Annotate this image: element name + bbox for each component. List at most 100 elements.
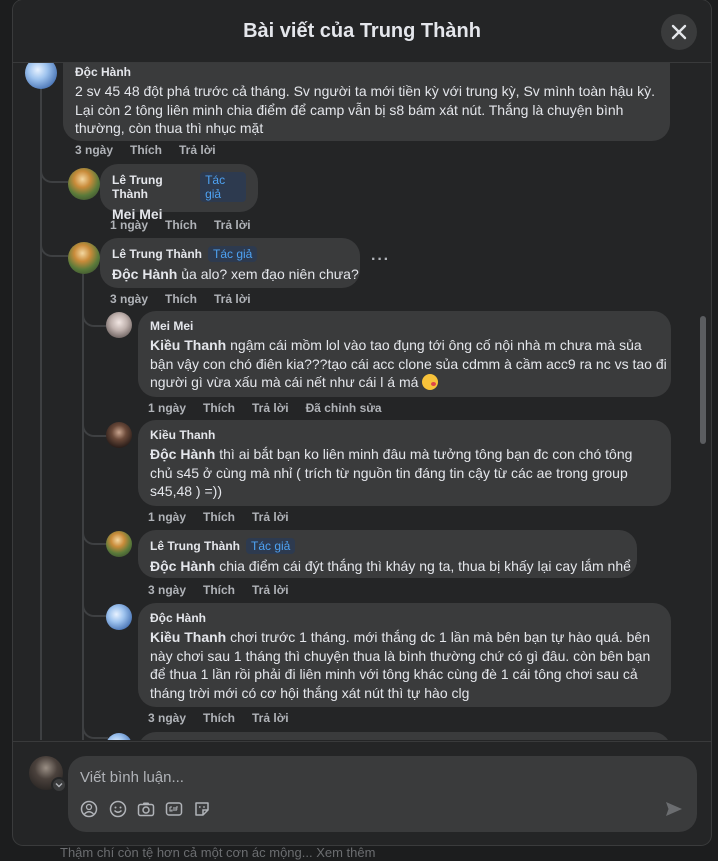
- comment-text: Kiều Thanh ngậm cái mồm lol vào tao đụng…: [150, 336, 667, 392]
- comment-bubble: Lê Trung Thành Tác giả Độc Hành ủa alo? …: [100, 238, 360, 288]
- comment-actions: 3 ngày Thích Trả lời: [148, 583, 289, 597]
- thread-line: [40, 89, 42, 740]
- comments-scroll-area[interactable]: Độc Hành 2 sv 45 48 đột phá trước cả thá…: [13, 63, 711, 740]
- comment-bubble: Mei Mei Kiều Thanh ngậm cái mồm lol vào …: [138, 311, 671, 397]
- comment-time[interactable]: 3 ngày: [110, 292, 148, 306]
- camera-icon[interactable]: [137, 800, 155, 818]
- comment-text-body: ủa alo? xem đạo niên chưa?: [177, 266, 359, 282]
- comment-time[interactable]: 3 ngày: [148, 583, 186, 597]
- comment-text-line: chơi trước 1 tháng. mới thắng dc 1 lần m…: [226, 629, 650, 645]
- like-button[interactable]: Thích: [165, 292, 197, 306]
- background-post-text: Thậm chí còn tệ hơn cả một cơn ác mộng..…: [60, 845, 376, 860]
- reply-button[interactable]: Trả lời: [179, 143, 216, 157]
- comment-text-line: thì ai bắt bạn ko liên minh đâu mà tưởng…: [215, 446, 633, 462]
- comment-text-line: tháng trời mới có cơ hội thắng xát nút t…: [150, 684, 470, 701]
- comment-text: Độc Hành ủa alo? xem đạo niên chưa?: [112, 265, 359, 284]
- comment-author[interactable]: Lê Trung Thành: [150, 539, 240, 553]
- thread-connector: [82, 523, 108, 545]
- reply-button[interactable]: Trả lời: [252, 583, 289, 597]
- comment-author[interactable]: Mei Mei: [150, 319, 193, 333]
- chevron-down-icon: [55, 783, 63, 788]
- comment-actions: 1 ngày Thích Trả lời: [110, 218, 251, 232]
- avatar[interactable]: [106, 604, 132, 630]
- comment-text-line: thường, còn thua thì nhục mặt: [75, 120, 264, 136]
- thread-connector: [40, 163, 68, 183]
- post-modal: Bài viết của Trung Thành Độc Hành 2 sv 4…: [13, 0, 711, 845]
- divider: [13, 741, 711, 742]
- mention-link[interactable]: Độc Hành: [150, 446, 215, 462]
- comment-text-line: Lại còn 2 tông liên minh chia điểm để ca…: [75, 101, 624, 118]
- avatar[interactable]: [106, 531, 132, 557]
- comment-author[interactable]: Độc Hành: [150, 611, 206, 625]
- avatar[interactable]: [106, 312, 132, 338]
- comment-input[interactable]: [78, 764, 642, 790]
- comment-time[interactable]: 1 ngày: [110, 218, 148, 232]
- comment-actions: 3 ngày Thích Trả lời: [148, 711, 289, 725]
- comment-author[interactable]: Độc Hành: [75, 65, 131, 79]
- comment-text: Độc Hành chia điểm cái đýt thắng thì khá…: [150, 557, 631, 576]
- comment-time[interactable]: 1 ngày: [148, 401, 186, 415]
- comment-text-line: người gì vừa xấu mà cái nết như cái l á …: [150, 374, 423, 390]
- like-button[interactable]: Thích: [203, 583, 235, 597]
- comment-bubble: Lê Trung Thành Tác giả Độc Hành chia điể…: [138, 530, 637, 578]
- mention-link[interactable]: Độc Hành: [150, 558, 215, 574]
- mention-link[interactable]: Kiều Thanh: [150, 629, 226, 645]
- like-button[interactable]: Thích: [203, 510, 235, 524]
- comment-text-line: s45,48 ) =)): [150, 483, 222, 499]
- kissing-face-emoji: [422, 374, 439, 390]
- like-button[interactable]: Thích: [203, 401, 235, 415]
- comment-bubble: [138, 732, 671, 740]
- comment-text: 2 sv 45 48 đột phá trước cả tháng. Sv ng…: [75, 82, 658, 138]
- comment-author[interactable]: Kiều Thanh: [150, 428, 215, 442]
- comment-time[interactable]: 3 ngày: [75, 143, 113, 157]
- thread-connector: [82, 303, 108, 327]
- comment-time[interactable]: 1 ngày: [148, 510, 186, 524]
- avatar[interactable]: [68, 242, 100, 274]
- comment-actions: 1 ngày Thích Trả lời: [148, 510, 289, 524]
- mention-link[interactable]: Kiều Thanh: [150, 337, 226, 353]
- author-badge: Tác giả: [246, 538, 296, 554]
- comment-actions: 3 ngày Thích Trả lời: [75, 143, 216, 157]
- gif-icon[interactable]: [165, 800, 183, 818]
- reply-button[interactable]: Trả lời: [252, 510, 289, 524]
- close-button[interactable]: [661, 14, 697, 50]
- comment-actions: 3 ngày Thích Trả lời: [110, 292, 251, 306]
- comment-bubble: Kiều Thanh Độc Hành thì ai bắt bạn ko li…: [138, 420, 671, 506]
- account-switch-button[interactable]: [51, 777, 67, 793]
- mention-link[interactable]: Độc Hành: [112, 266, 177, 282]
- avatar[interactable]: [106, 733, 132, 740]
- avatar[interactable]: [25, 63, 57, 89]
- comment-text: Kiều Thanh chơi trước 1 tháng. mới thắng…: [150, 628, 659, 702]
- comment-author[interactable]: Lê Trung Thành: [112, 173, 194, 201]
- comment-text-line: bận vậy con chó điên kia???tạo cái acc c…: [150, 355, 667, 372]
- avatar[interactable]: [68, 168, 100, 200]
- thread-connector: [82, 593, 108, 617]
- avatar-sticker-icon[interactable]: [80, 800, 98, 818]
- sticker-icon[interactable]: [193, 800, 211, 818]
- comment-text-line: chủ s45 ở cùng mà nhỉ ( trích từ nguồn t…: [150, 464, 628, 481]
- like-button[interactable]: Thích: [130, 143, 162, 157]
- send-icon[interactable]: [664, 799, 684, 819]
- author-badge: Tác giả: [200, 172, 246, 202]
- reply-button[interactable]: Trả lời: [252, 711, 289, 725]
- scrollbar[interactable]: [700, 316, 706, 444]
- emoji-icon[interactable]: [109, 800, 127, 818]
- comment-bubble: Độc Hành 2 sv 45 48 đột phá trước cả thá…: [63, 63, 670, 141]
- like-button[interactable]: Thích: [165, 218, 197, 232]
- close-icon: [671, 24, 687, 40]
- comment-time[interactable]: 3 ngày: [148, 711, 186, 725]
- comment-author[interactable]: Lê Trung Thành: [112, 247, 202, 261]
- comment-text-line: để thua 1 lần rồi phải đi liên minh với …: [150, 666, 638, 682]
- reply-button[interactable]: Trả lời: [214, 292, 251, 306]
- comment-text-line: ngậm cái mồm lol vào tao đụng tới ông cố…: [226, 337, 642, 353]
- thread-connector: [82, 717, 108, 739]
- thread-connector: [40, 231, 68, 257]
- like-button[interactable]: Thích: [203, 711, 235, 725]
- reply-button[interactable]: Trả lời: [214, 218, 251, 232]
- modal-title: Bài viết của Trung Thành: [243, 20, 481, 42]
- comment-composer: [68, 756, 697, 832]
- reply-button[interactable]: Trả lời: [252, 401, 289, 415]
- more-options-button[interactable]: ···: [371, 251, 390, 269]
- avatar[interactable]: [106, 422, 132, 448]
- comment-text: Độc Hành thì ai bắt bạn ko liên minh đâu…: [150, 445, 659, 501]
